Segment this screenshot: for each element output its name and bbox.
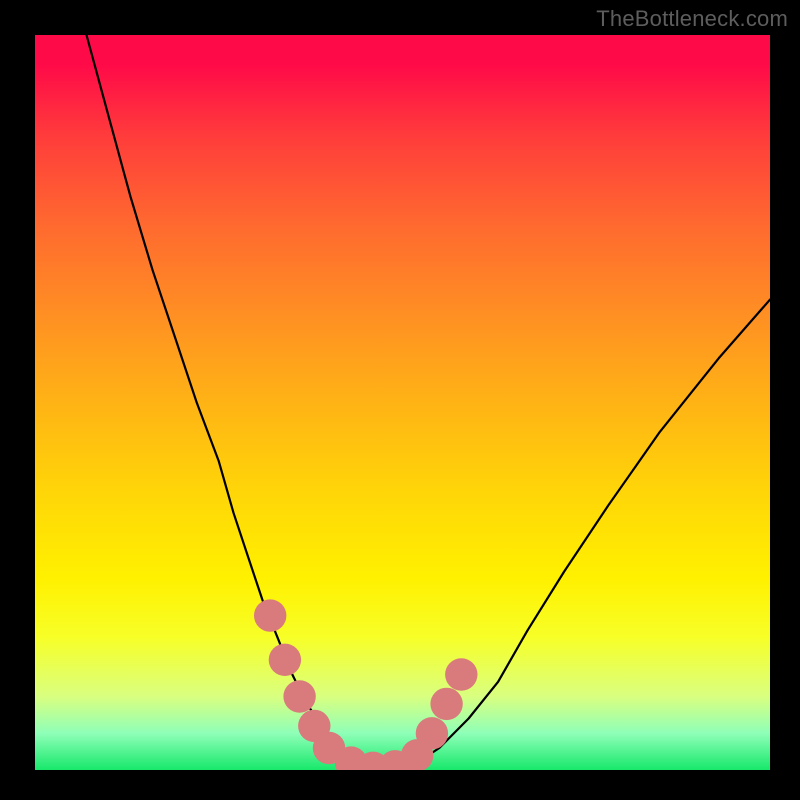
- curve-layer: [35, 35, 770, 770]
- marker-point: [283, 680, 315, 712]
- marker-point: [269, 644, 301, 676]
- bottleneck-curve: [87, 35, 771, 770]
- marker-point: [416, 717, 448, 749]
- marker-point: [254, 599, 286, 631]
- chart-frame: TheBottleneck.com: [0, 0, 800, 800]
- watermark-text: TheBottleneck.com: [596, 6, 788, 32]
- plot-area: [35, 35, 770, 770]
- marker-point: [445, 658, 477, 690]
- marker-point: [430, 688, 462, 720]
